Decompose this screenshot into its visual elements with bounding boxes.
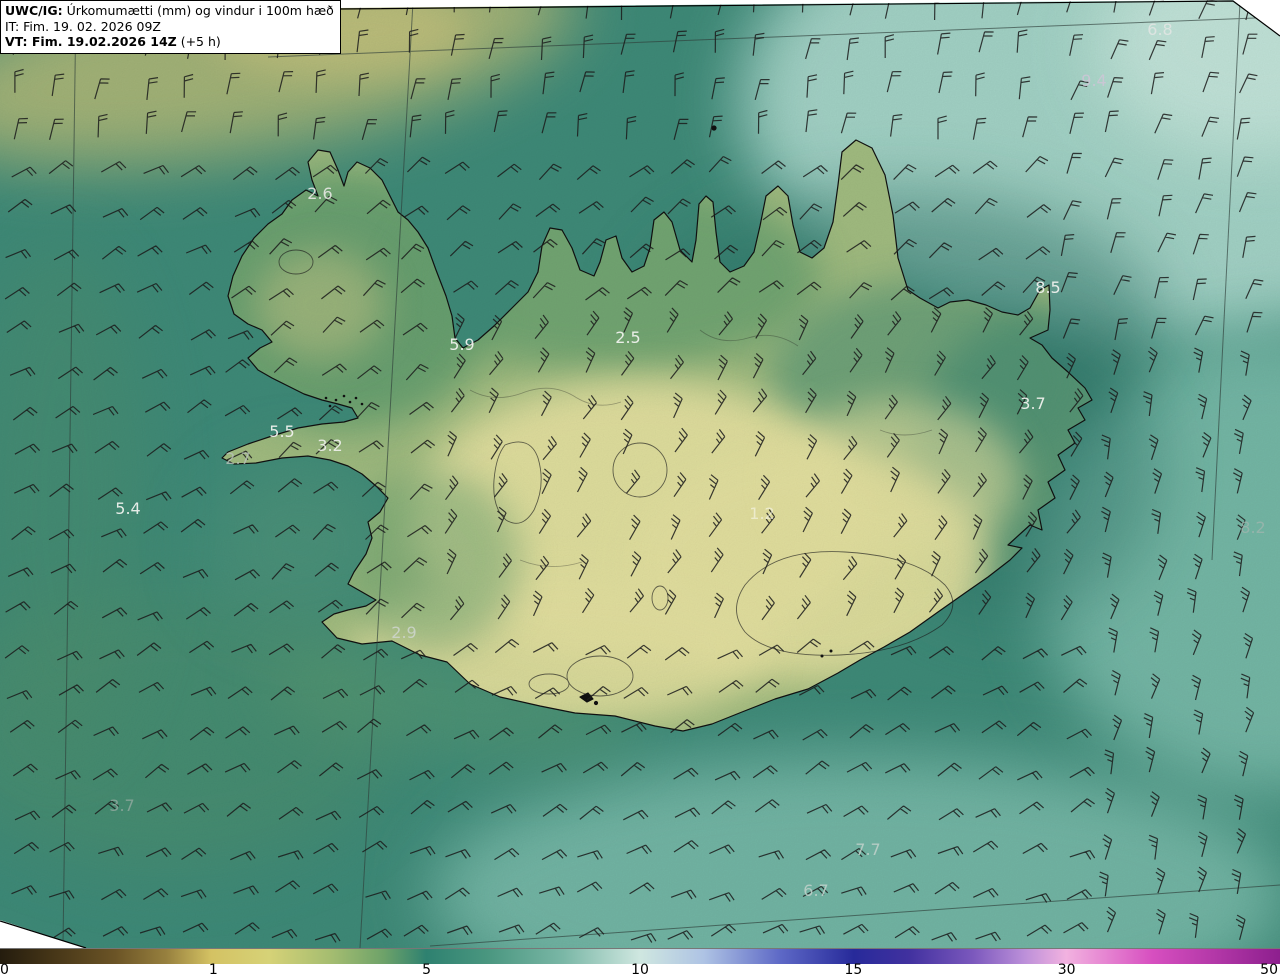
value-label: 2.7 [225,449,250,468]
init-time: IT: Fim. 19. 02. 2026 09Z [5,18,161,34]
colorbar-tick-label: 30 [1057,962,1076,978]
value-label: 7.7 [855,840,880,859]
colorbar-tick-label: 10 [631,962,649,978]
value-label: 6.7 [803,881,828,900]
value-label: 1.2 [749,504,774,523]
valid-time: VT: Fim. 19.02.2026 14Z [5,34,177,49]
colorbar-tick-label: 5 [422,962,432,978]
value-label: 8.2 [1240,518,1265,537]
title-line-model: UWC/IG: Úrkomumætti (mm) og vindur i 100… [5,3,334,19]
value-label: 2.9 [391,623,416,642]
title-box: UWC/IG: Úrkomumætti (mm) og vindur i 100… [0,0,341,54]
value-label: 2.5 [615,328,640,347]
dither-texture [0,0,1280,948]
value-label: 2.6 [307,184,332,203]
model-name: UWC/IG: [5,3,63,18]
value-label: 8.5 [1035,278,1060,297]
weather-map-app: 6.8 9.4 2.6 8.5 2.5 5.9 3.7 5.5 3.2 2.7 5.4 1.2 8.2 2… [0,0,1280,978]
colorbar-ticks: 0 1 5 10 15 30 50 [0,962,1280,978]
value-label: 6.8 [1147,20,1172,39]
value-label: 3.7 [109,796,134,815]
value-label: 5.5 [269,422,294,441]
value-label: 3.7 [1020,394,1045,413]
value-label: 5.4 [115,499,140,518]
valid-offset: (+5 h) [176,34,221,49]
value-label: 9.4 [1081,71,1106,90]
colorbar-tick-label: 15 [844,962,863,978]
valid-time-line: VT: Fim. 19.02.2026 14Z (+5 h) [5,34,334,50]
colorbar-tick-label: 0 [0,962,9,978]
map-title: Úrkomumætti (mm) og vindur i 100m hæð [62,3,334,18]
weather-map: 6.8 9.4 2.6 8.5 2.5 5.9 3.7 5.5 3.2 2.7 5.4 1.2 8.2 2… [0,0,1280,948]
colorbar-tick-label: 50 [1260,962,1278,978]
value-label: 5.9 [449,335,474,354]
colorbar-tick-label: 1 [208,962,218,978]
colorbar: 0 1 5 10 15 30 50 [0,948,1280,978]
value-label: 3.2 [317,436,342,455]
